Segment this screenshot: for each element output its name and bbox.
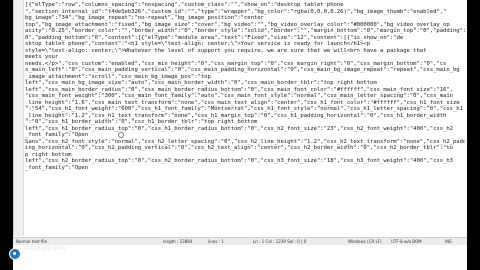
status-mode: INS — [445, 239, 452, 244]
status-bar: Normal text file length : 23884 lines : … — [13, 237, 467, 245]
screen: [{"elType":"row","columns_spacing":"nosp… — [0, 0, 480, 270]
screencast-o-matic-watermark: RECORDED WITH SCREENCAST MATIC — [8, 245, 138, 267]
status-encoding: UTF-8 w/o BOM — [391, 239, 422, 244]
brand-o-icon — [94, 253, 102, 261]
screencast-logo-icon — [9, 248, 21, 260]
code-line: "css_main_font_weight":"300","css_main_f… — [25, 93, 453, 99]
recorded-with-label: RECORDED WITH — [24, 247, 66, 252]
code-line: s_main_left":"0","css_main_padding_verti… — [25, 67, 460, 73]
brand-right: MATIC — [102, 253, 136, 263]
code-line: acity":"0.25","border_color":"","border_… — [25, 28, 465, 34]
code-line: left","css_h2_border_radius_top":"0","cs… — [25, 158, 453, 164]
text-editor[interactable]: [{"elType":"row","columns_spacing":"nosp… — [13, 0, 467, 236]
line-number-gutter — [14, 0, 24, 236]
code-line: _font_family":"Open — [25, 164, 89, 171]
code-line: style=\"text-align: center;\">Whatever t… — [25, 47, 427, 54]
status-syntax: Normal text file — [16, 239, 48, 244]
left-letterbox — [0, 0, 13, 270]
code-line: ":"54","css_h1_font_weight":"600","css_h… — [25, 106, 463, 112]
status-eol: Windows (CR LF) — [348, 239, 382, 244]
code-text-area[interactable]: [{"elType":"row","columns_spacing":"nosp… — [25, 2, 465, 171]
status-lines: lines : 1 — [208, 239, 224, 244]
watermark-brand: SCREENCAST MATIC — [24, 253, 135, 263]
code-line: ing_horizontal":"0","css_h2_padding_vert… — [25, 145, 453, 151]
status-length: length : 23884 — [163, 239, 193, 244]
status-position: Ln : 1 Col : 1239 Sel : 0 | 0 — [253, 239, 307, 244]
brand-left: SCREENCAST — [24, 253, 95, 263]
right-letterbox — [467, 0, 480, 270]
mouse-cursor-icon — [118, 132, 124, 138]
code-line: left","css_h1_border_radius_top":"0","cs… — [25, 125, 453, 132]
